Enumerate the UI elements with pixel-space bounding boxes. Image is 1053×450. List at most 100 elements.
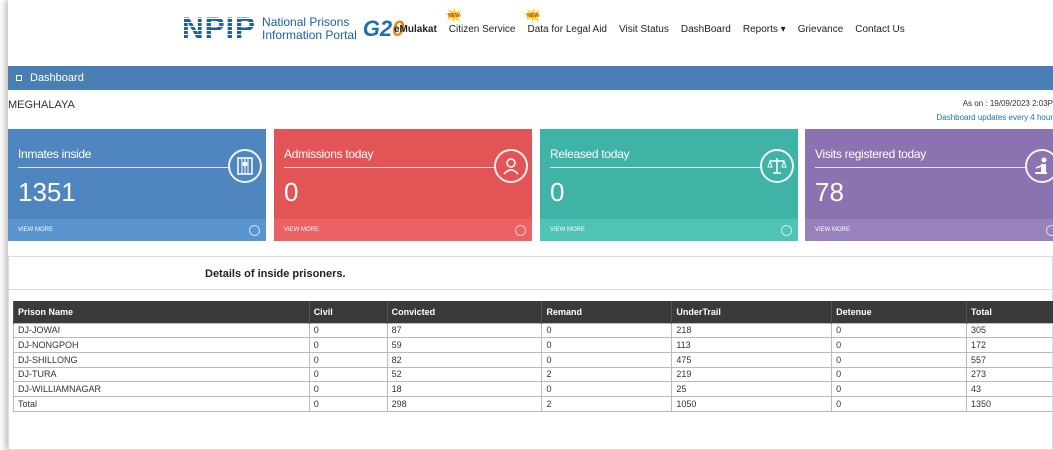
npip-logo[interactable]: NPIP National Prisons Information Portal… xyxy=(182,12,404,46)
table-cell: 0 xyxy=(831,395,968,412)
new-badge-text: NEW xyxy=(448,13,460,19)
as-on-timestamp: As on : 19/09/2023 2:03P xyxy=(962,99,1053,108)
table-row: DJ-JOWAI 0 87 0 218 0 305 xyxy=(13,322,1053,339)
column-header-remand: Remand xyxy=(541,301,672,323)
stat-card-admissions-today[interactable]: Admissions today 0 VIEW MORE xyxy=(274,129,532,241)
table-cell: 0 xyxy=(541,381,673,397)
table-cell: 0 xyxy=(541,337,673,353)
card-title: Released today xyxy=(550,147,630,161)
table-cell: 59 xyxy=(386,337,543,353)
nav-item-contact-us[interactable]: Contact Us xyxy=(855,24,904,35)
new-badge-icon: NEW xyxy=(523,8,542,22)
logo-line-2: Information Portal xyxy=(262,28,357,42)
visitor-icon xyxy=(1025,149,1053,183)
table-cell: 0 xyxy=(308,366,388,383)
card-divider xyxy=(550,167,762,168)
table-row: DJ-TURA 0 52 2 219 0 273 xyxy=(13,366,1053,383)
column-header-civil: Civil xyxy=(308,301,388,323)
table-cell: 0 xyxy=(831,366,968,383)
nav-item-visit-status[interactable]: Visit Status xyxy=(619,24,669,35)
table-cell: 0 xyxy=(308,337,388,353)
table-cell: 2 xyxy=(541,395,673,412)
site-header: NPIP National Prisons Information Portal… xyxy=(8,0,1053,65)
table-cell: 0 xyxy=(541,351,673,368)
arrow-circle-icon[interactable] xyxy=(781,225,792,236)
main-nav: eMulakat Citizen Service NEW Data for Legal… xyxy=(394,8,917,35)
table-cell: DJ-SHILLONG xyxy=(13,351,310,368)
card-title: Visits registered today xyxy=(815,147,926,161)
table-cell: 0 xyxy=(831,381,968,397)
arrow-circle-icon[interactable] xyxy=(515,225,526,236)
table-cell: 113 xyxy=(671,337,833,353)
table-row: Total 0 298 2 1050 0 1350 xyxy=(13,395,1053,412)
table-row: DJ-SHILLONG 0 82 0 475 0 557 xyxy=(13,351,1053,368)
table-cell: 298 xyxy=(386,395,543,412)
card-value: 78 xyxy=(815,177,844,207)
column-header-convicted: Convicted xyxy=(386,301,542,323)
table-cell: 82 xyxy=(386,351,543,368)
table-cell: 0 xyxy=(831,322,968,339)
square-icon xyxy=(16,75,22,81)
inmates-icon xyxy=(228,149,262,183)
arrow-circle-icon[interactable] xyxy=(1046,225,1053,236)
page-frame: NPIP National Prisons Information Portal… xyxy=(8,0,1053,450)
column-header-total: Total xyxy=(966,301,1053,323)
nav-item-dashboard[interactable]: DashBoard xyxy=(681,24,731,35)
card-title: Admissions today xyxy=(284,147,374,161)
column-header-undertrail: UnderTrail xyxy=(671,301,832,323)
card-value: 0 xyxy=(284,177,299,207)
details-panel: Details of inside prisoners. Prison Name… xyxy=(8,256,1053,450)
table-cell: 0 xyxy=(831,337,968,353)
table-cell: 0 xyxy=(308,351,388,368)
stat-card-visits-registered-today[interactable]: Visits registered today 78 VIEW MORE xyxy=(805,129,1053,241)
nav-item-emulakat[interactable]: eMulakat xyxy=(394,24,437,35)
table-cell: 305 xyxy=(966,322,1053,339)
table-cell: 1350 xyxy=(966,395,1053,412)
stat-card-released-today[interactable]: Released today 0 VIEW MORE xyxy=(540,129,798,241)
view-more-link[interactable]: VIEW MORE xyxy=(18,227,53,233)
card-title: Inmates inside xyxy=(18,147,92,161)
table-cell: 273 xyxy=(966,366,1053,383)
table-cell: 0 xyxy=(308,381,388,397)
arrow-circle-icon[interactable] xyxy=(249,225,260,236)
table-cell: 218 xyxy=(671,322,833,339)
column-header-detenue: Detenue xyxy=(831,301,967,323)
divider xyxy=(9,289,1052,290)
column-header-prison-name: Prison Name xyxy=(13,301,310,323)
table-cell: 0 xyxy=(541,322,673,339)
view-more-link[interactable]: VIEW MORE xyxy=(550,227,585,233)
state-name: MEGHALAYA xyxy=(8,99,75,111)
new-badge-text: NEW xyxy=(527,13,539,19)
table-cell: DJ-JOWAI xyxy=(13,322,310,339)
stat-card-inmates-inside[interactable]: Inmates inside 1351 VIEW MORE xyxy=(8,129,266,241)
scales-icon xyxy=(760,149,794,183)
dashboard-bar: Dashboard xyxy=(8,66,1053,90)
table-cell: 0 xyxy=(308,395,388,412)
nav-item-data-for-legal-aid[interactable]: Data for Legal Aid NEW xyxy=(523,8,607,35)
table-cell: 87 xyxy=(386,322,543,339)
table-cell: 172 xyxy=(966,337,1053,353)
nav-item-grievance[interactable]: Grievance xyxy=(798,24,844,35)
card-divider xyxy=(815,167,1027,168)
card-value: 0 xyxy=(550,177,565,207)
new-badge-icon: NEW xyxy=(444,8,463,22)
table-cell: DJ-WILLIAMNAGAR xyxy=(13,381,310,397)
nav-item-citizen-service[interactable]: Citizen Service NEW xyxy=(444,8,516,35)
table-cell: 557 xyxy=(966,351,1053,368)
nav-item-reports[interactable]: Reports ▾ xyxy=(743,24,786,35)
table-cell: DJ-TURA xyxy=(13,366,310,383)
table-cell: 25 xyxy=(671,381,833,397)
logo-wordmark: NPIP xyxy=(182,12,257,45)
table-cell: DJ-NONGPOH xyxy=(13,337,310,353)
table-cell: 1050 xyxy=(671,395,833,412)
dashboard-title: Dashboard xyxy=(30,72,84,84)
table-cell: 0 xyxy=(308,322,388,339)
table-row: DJ-WILLIAMNAGAR 0 18 0 25 0 43 xyxy=(13,381,1053,397)
card-divider xyxy=(284,167,496,168)
prisoners-table: Prison Name Civil Convicted Remand UnderTrai… xyxy=(13,301,1053,412)
table-cell: 475 xyxy=(671,351,833,368)
table-header-row: Prison Name Civil Convicted Remand UnderTrai… xyxy=(13,301,1053,323)
view-more-link[interactable]: VIEW MORE xyxy=(284,227,319,233)
table-cell: 2 xyxy=(541,366,673,383)
view-more-link[interactable]: VIEW MORE xyxy=(815,227,850,233)
